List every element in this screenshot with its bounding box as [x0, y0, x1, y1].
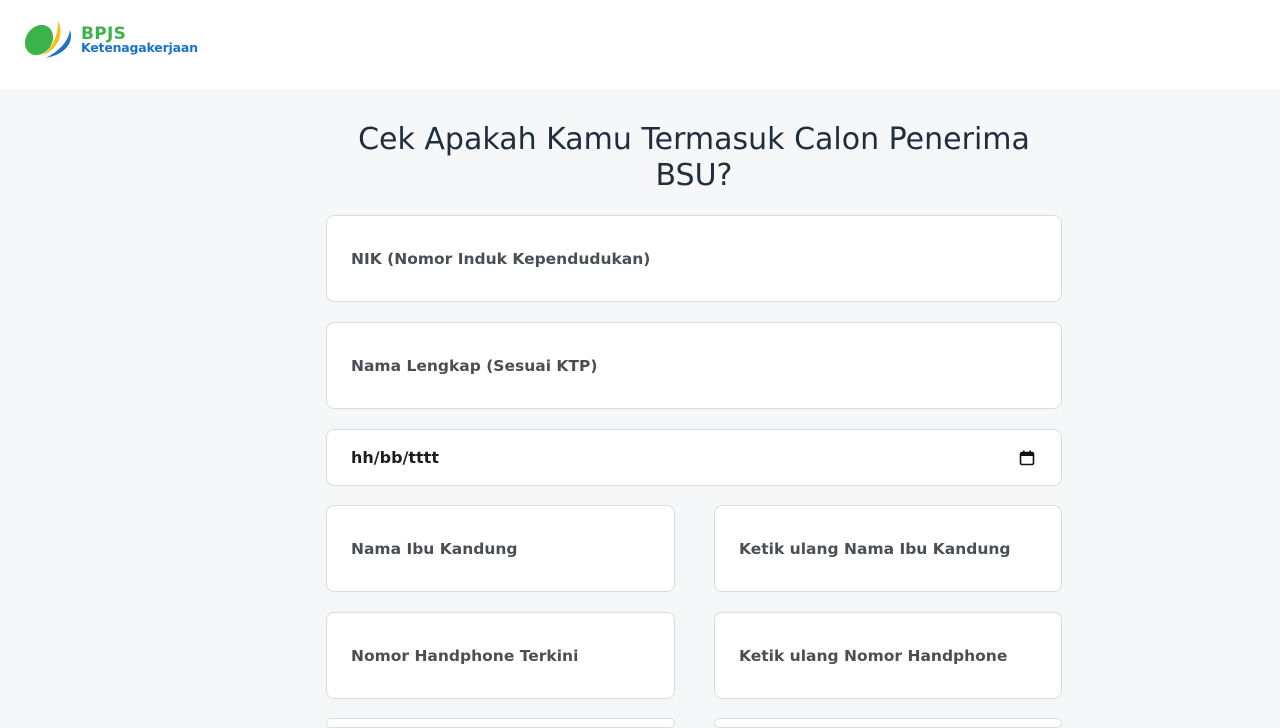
mother-name-confirm-placeholder: Ketik ulang Nama Ibu Kandung — [739, 539, 1011, 558]
phone-confirm-input[interactable]: Ketik ulang Nomor Handphone — [714, 612, 1062, 699]
page-title: Cek Apakah Kamu Termasuk Calon Penerima … — [358, 122, 1030, 193]
nik-placeholder: NIK (Nomor Induk Kependudukan) — [351, 249, 651, 268]
calendar-icon[interactable] — [1019, 450, 1035, 466]
logo-text-ketenagakerjaan: Ketenagakerjaan — [81, 39, 198, 55]
bpjs-logo[interactable]: BPJS Ketenagakerjaan — [24, 18, 198, 60]
mother-name-input[interactable]: Nama Ibu Kandung — [326, 505, 675, 592]
header: BPJS Ketenagakerjaan — [0, 0, 1280, 89]
nik-input[interactable]: NIK (Nomor Induk Kependudukan) — [326, 215, 1062, 302]
full-name-input[interactable]: Nama Lengkap (Sesuai KTP) — [326, 322, 1062, 409]
full-name-placeholder: Nama Lengkap (Sesuai KTP) — [351, 356, 598, 375]
date-of-birth-placeholder: hh/bb/tttt — [351, 448, 439, 467]
bpjs-leaf-logo-icon — [24, 21, 71, 58]
phone-placeholder: Nomor Handphone Terkini — [351, 646, 579, 665]
mother-name-confirm-input[interactable]: Ketik ulang Nama Ibu Kandung — [714, 505, 1062, 592]
phone-input[interactable]: Nomor Handphone Terkini — [326, 612, 675, 699]
date-of-birth-input[interactable]: hh/bb/tttt — [326, 429, 1062, 486]
phone-confirm-placeholder: Ketik ulang Nomor Handphone — [739, 646, 1008, 665]
mother-name-placeholder: Nama Ibu Kandung — [351, 539, 518, 558]
